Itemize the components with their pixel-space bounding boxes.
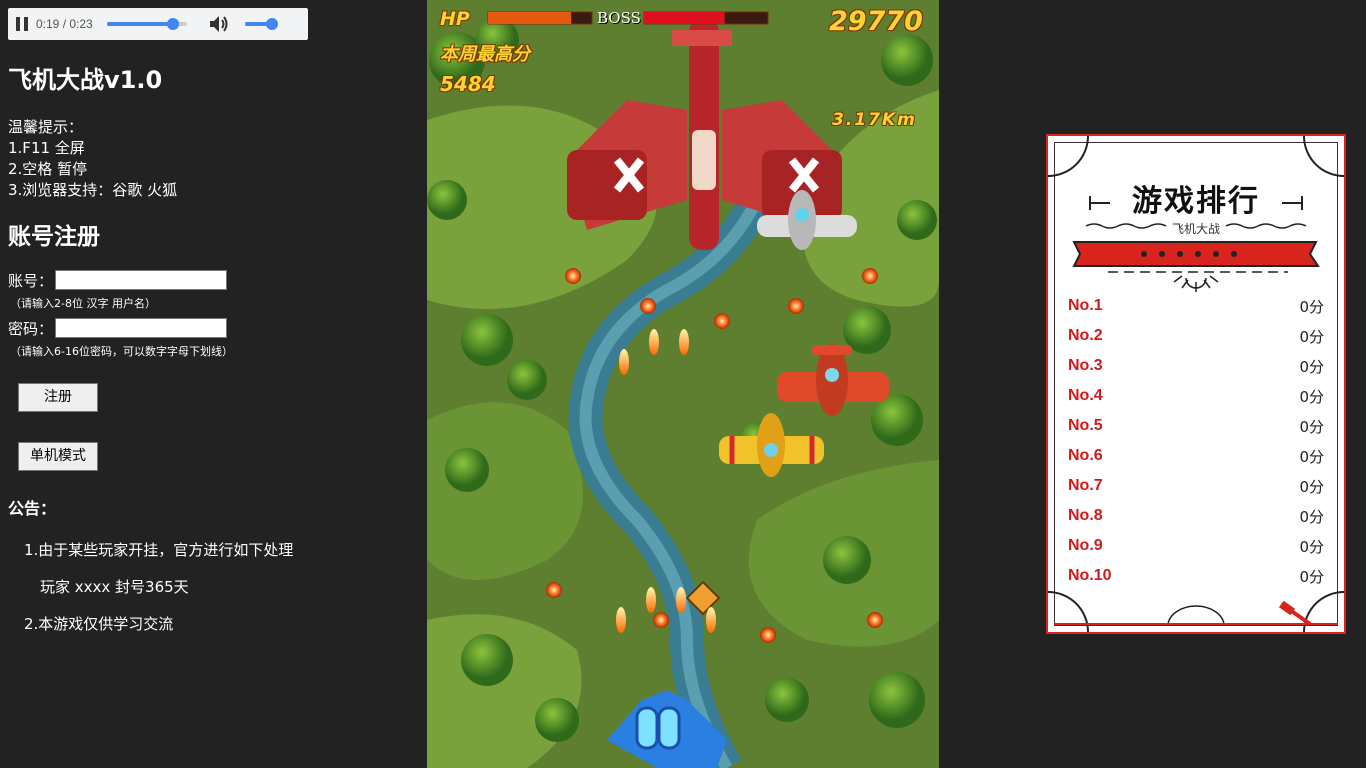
volume-thumb[interactable] — [265, 18, 278, 30]
password-hint: （请输入6-16位密码，可以数字字母下划线） — [10, 345, 233, 358]
rank-score: 0分 — [1299, 297, 1324, 316]
rank-row: No.1 0分 — [1068, 294, 1324, 318]
rank-row: No.4 0分 — [1068, 384, 1324, 408]
tip-pause: 2.空格 暂停 — [8, 160, 88, 178]
register-button[interactable]: 注册 — [18, 383, 98, 412]
rank-score: 0分 — [1299, 357, 1324, 376]
notice-heading: 公告： — [8, 499, 57, 518]
rank-row: No.3 0分 — [1068, 354, 1324, 378]
weekly-best-value: 5484 — [440, 72, 496, 96]
boss-label: BOSS — [597, 9, 641, 27]
rank-number: No.10 — [1068, 567, 1112, 584]
volume-slider[interactable] — [244, 18, 278, 30]
notice-item-1: 1.由于某些玩家开挂，官方进行如下处理 — [24, 541, 294, 559]
rank-number: No.5 — [1068, 417, 1103, 434]
rank-number: No.8 — [1068, 507, 1103, 524]
single-mode-button[interactable]: 单机模式 — [18, 442, 98, 471]
rank-score: 0分 — [1299, 537, 1324, 556]
rank-score: 0分 — [1299, 567, 1324, 586]
password-row: 密码： — [8, 317, 408, 339]
score: 29770 — [829, 6, 923, 37]
rank-row: No.9 0分 — [1068, 534, 1324, 558]
tips: 温馨提示： 1.F11 全屏 2.空格 暂停 3.浏览器支持：谷歌 火狐 — [8, 117, 408, 201]
rank-score: 0分 — [1299, 387, 1324, 406]
rank-number: No.4 — [1068, 387, 1103, 404]
rank-row: No.2 0分 — [1068, 324, 1324, 348]
page-title: 飞机大战v1.0 — [8, 66, 163, 94]
boss-hp-fill — [644, 12, 725, 24]
password-input[interactable] — [55, 318, 228, 338]
account-row: 账号： — [8, 269, 408, 291]
leaderboard-subtitle: 飞机大战 — [1171, 222, 1220, 236]
account-input[interactable] — [55, 270, 228, 290]
rank-number: No.2 — [1068, 327, 1103, 344]
rank-score: 0分 — [1299, 507, 1324, 526]
tips-heading: 温馨提示： — [8, 118, 84, 136]
rank-score: 0分 — [1299, 327, 1324, 346]
hp-label: HP — [440, 8, 470, 30]
distance: 3.17Km — [832, 110, 917, 130]
progress-slider[interactable] — [106, 18, 187, 30]
leaderboard-title: 游戏排行 — [1132, 184, 1260, 219]
rank-number: No.6 — [1068, 447, 1103, 464]
volume-icon[interactable] — [209, 15, 231, 33]
rank-score: 0分 — [1299, 417, 1324, 436]
tip-browser: 3.浏览器支持：谷歌 火狐 — [8, 181, 178, 199]
rank-number: No.9 — [1068, 537, 1103, 554]
rank-number: No.3 — [1068, 357, 1103, 374]
progress-fill — [106, 22, 174, 26]
account-hint: （请输入2-8位 汉字 用户名） — [10, 297, 156, 310]
rank-score: 0分 — [1299, 447, 1324, 466]
rank-row: No.8 0分 — [1068, 504, 1324, 528]
leaderboard: 游戏排行 飞机大战 No.1 0分 No.2 0分 No.3 0分 No.4 0分 No… — [1046, 134, 1346, 634]
rank-row: No.10 0分 — [1068, 564, 1324, 588]
rank-row: No.7 0分 — [1068, 474, 1324, 498]
rank-score: 0分 — [1299, 477, 1324, 496]
tip-fullscreen: 1.F11 全屏 — [8, 139, 85, 157]
notice-item-1-detail: 玩家 xxxx 封号365天 — [40, 578, 189, 596]
game-canvas[interactable]: HP BOSS 29770 本周最高分 5484 3.17Km — [427, 0, 939, 768]
left-panel: 飞机大战v1.0 温馨提示： 1.F11 全屏 2.空格 暂停 3.浏览器支持：… — [8, 60, 408, 634]
password-label: 密码： — [8, 319, 54, 338]
rank-number: No.1 — [1068, 297, 1103, 314]
rank-row: No.5 0分 — [1068, 414, 1324, 438]
rank-number: No.7 — [1068, 477, 1103, 494]
rank-row: No.6 0分 — [1068, 444, 1324, 468]
account-label: 账号： — [8, 271, 54, 290]
progress-thumb[interactable] — [167, 18, 180, 30]
notice-item-2: 2.本游戏仅供学习交流 — [24, 615, 174, 633]
weekly-best-label: 本周最高分 — [440, 44, 530, 65]
pause-icon[interactable] — [16, 17, 28, 31]
playback-time: 0:19 / 0:23 — [36, 17, 93, 31]
audio-player: 0:19 / 0:23 — [8, 8, 308, 40]
player-hp-fill — [488, 12, 572, 24]
register-heading: 账号注册 — [8, 224, 100, 250]
